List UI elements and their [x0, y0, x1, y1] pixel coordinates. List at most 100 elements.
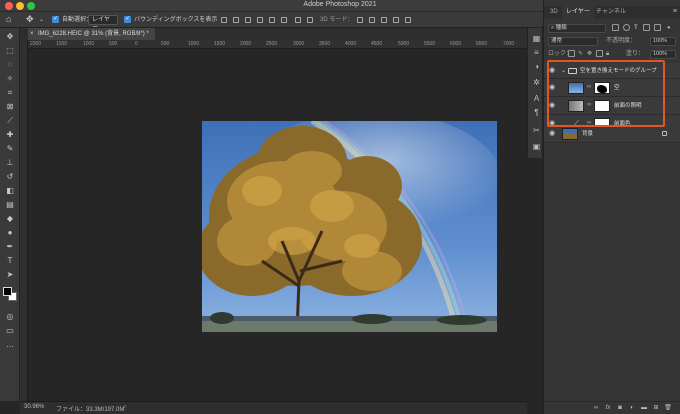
crop-tool-icon[interactable]: ⌗: [4, 88, 16, 98]
quick-mask-icon[interactable]: ◎: [4, 312, 16, 322]
move-tool-icon[interactable]: ✥: [26, 14, 34, 24]
3d-roll-icon[interactable]: [368, 16, 376, 24]
3d-scale-icon[interactable]: [404, 16, 412, 24]
lock-row: ロック： ✎ ✥ 🔒︎ 塗り： 100%: [546, 49, 679, 60]
brush-tool-icon[interactable]: ✎: [4, 144, 16, 154]
tab-layers[interactable]: レイヤー: [562, 6, 594, 19]
auto-select-checkbox[interactable]: ✓: [52, 16, 59, 23]
home-icon[interactable]: ⌂: [6, 14, 11, 24]
filter-smart-object-icon[interactable]: [654, 24, 661, 31]
panel-menu-icon[interactable]: ≡: [673, 8, 677, 15]
marquee-tool-icon[interactable]: ⬚: [4, 46, 16, 56]
properties-panel-icon[interactable]: ≡: [532, 48, 541, 57]
zoom-level[interactable]: 30.96%: [24, 404, 44, 410]
frame-tool-icon[interactable]: ⊠: [4, 102, 16, 112]
layer-name[interactable]: 背景: [582, 125, 593, 143]
ruler-tick-label: 6500: [476, 41, 488, 47]
ruler-tick-label: 3500: [319, 41, 331, 47]
file-info: ファイル：33.3M/197.0M: [56, 407, 125, 413]
3d-pan-icon[interactable]: [380, 16, 388, 24]
lock-all-icon[interactable]: 🔒︎: [606, 50, 609, 59]
delete-layer-icon[interactable]: 🗑︎: [664, 405, 672, 412]
distribute-icon[interactable]: [294, 16, 302, 24]
show-transform-label: バウンディングボックスを表示: [134, 17, 218, 23]
3d-orbit-icon[interactable]: [356, 16, 364, 24]
clone-stamp-tool-icon[interactable]: ⊥: [4, 158, 16, 168]
blend-mode-dropdown[interactable]: 通常: [548, 37, 598, 46]
tab-3d[interactable]: 3D: [546, 6, 562, 19]
layer-thumbnail: [562, 128, 578, 140]
paths-panel-icon[interactable]: ✲: [532, 78, 541, 87]
status-menu-chevron-icon[interactable]: ›: [124, 404, 126, 410]
path-select-tool-icon[interactable]: ➤: [4, 270, 16, 280]
pen-tool-icon[interactable]: ✒: [4, 242, 16, 252]
show-transform-checkbox[interactable]: ✓: [124, 16, 131, 23]
highlight-annotation: [547, 60, 665, 127]
edit-toolbar-icon[interactable]: …: [4, 340, 16, 350]
new-layer-icon[interactable]: ⊞: [652, 405, 660, 412]
move-tool-icon[interactable]: ✥: [4, 32, 16, 42]
document-image[interactable]: [202, 121, 497, 332]
align-middle-icon[interactable]: [268, 16, 276, 24]
history-panel-icon[interactable]: ▦: [532, 34, 541, 43]
gradient-tool-icon[interactable]: ▤: [4, 200, 16, 210]
document-tab-label: IMG_6228.HEIC @ 31% (背景, RGB/8*) *: [38, 31, 149, 37]
close-tab-icon[interactable]: ×: [30, 28, 34, 40]
filter-pixel-icon[interactable]: [612, 24, 619, 31]
lock-artboard-icon[interactable]: [596, 50, 603, 57]
quick-select-tool-icon[interactable]: ✧: [4, 74, 16, 84]
history-brush-tool-icon[interactable]: ↺: [4, 172, 16, 182]
lock-pixels-icon[interactable]: ✎: [578, 50, 583, 59]
document-tab-bar: × IMG_6228.HEIC @ 31% (背景, RGB/8*) *: [20, 28, 527, 40]
adjustments-panel-icon[interactable]: ◑: [532, 62, 541, 71]
screen-mode-icon[interactable]: ▭: [4, 326, 16, 336]
healing-brush-tool-icon[interactable]: ✚: [4, 130, 16, 140]
libraries-panel-icon[interactable]: ▣: [532, 142, 541, 151]
ruler-tick-label: 2500: [266, 41, 278, 47]
lasso-tool-icon[interactable]: ◌: [4, 60, 16, 70]
document-tab[interactable]: × IMG_6228.HEIC @ 31% (背景, RGB/8*) *: [28, 28, 155, 40]
align-center-icon[interactable]: [232, 16, 240, 24]
filter-toggle-icon[interactable]: ●: [667, 24, 671, 33]
tool-preset-chevron-icon[interactable]: ⌄: [39, 15, 44, 25]
paragraph-panel-icon[interactable]: ¶: [532, 108, 541, 117]
foreground-color-swatch[interactable]: [3, 287, 12, 296]
blur-tool-icon[interactable]: ◆: [4, 214, 16, 224]
type-tool-icon[interactable]: T: [4, 256, 16, 266]
dodge-tool-icon[interactable]: ●: [4, 228, 16, 238]
filter-adjustment-icon[interactable]: [623, 24, 630, 31]
vertical-ruler: [20, 40, 28, 401]
ruler-tick-label: 0: [135, 41, 138, 47]
tools-panel-icon[interactable]: ✂: [532, 126, 541, 135]
auto-select-dropdown[interactable]: レイヤー: [88, 15, 118, 31]
layer-style-icon[interactable]: fx: [604, 405, 612, 412]
align-bottom-icon[interactable]: [280, 16, 288, 24]
visibility-eye-icon[interactable]: ◉: [548, 130, 556, 138]
lock-position-icon[interactable]: ✥: [587, 50, 592, 59]
fill-input[interactable]: 100%: [650, 50, 676, 59]
panel-tabs: 3D レイヤー チャンネル ≡: [544, 6, 680, 19]
ruler-tick-label: 2000: [30, 41, 42, 47]
eyedropper-tool-icon[interactable]: ⟋: [4, 116, 16, 126]
layer-row-background[interactable]: ◉ 背景: [544, 125, 680, 143]
link-layers-icon[interactable]: ∞: [592, 405, 600, 412]
lock-transparency-icon[interactable]: [568, 50, 575, 57]
add-mask-icon[interactable]: ◙: [616, 405, 624, 412]
align-left-icon[interactable]: [220, 16, 228, 24]
filter-shape-icon[interactable]: [643, 24, 650, 31]
ruler-tick-label: 5000: [398, 41, 410, 47]
eraser-tool-icon[interactable]: ◧: [4, 186, 16, 196]
align-right-icon[interactable]: [244, 16, 252, 24]
opacity-label: 不透明度：: [606, 38, 637, 44]
new-adjustment-icon[interactable]: ◐: [628, 405, 636, 412]
filter-kind-dropdown[interactable]: ⌕ 種類: [548, 24, 606, 33]
filter-type-icon[interactable]: T: [634, 24, 638, 33]
opacity-input[interactable]: 100%: [650, 37, 676, 46]
align-top-icon[interactable]: [256, 16, 264, 24]
character-panel-icon[interactable]: A: [532, 94, 541, 103]
more-options-icon[interactable]: [306, 16, 314, 24]
3d-slide-icon[interactable]: [392, 16, 400, 24]
ruler-tick-label: 500: [109, 41, 118, 47]
tab-channels[interactable]: チャンネル: [592, 6, 630, 19]
new-group-icon[interactable]: ▬: [640, 405, 648, 412]
